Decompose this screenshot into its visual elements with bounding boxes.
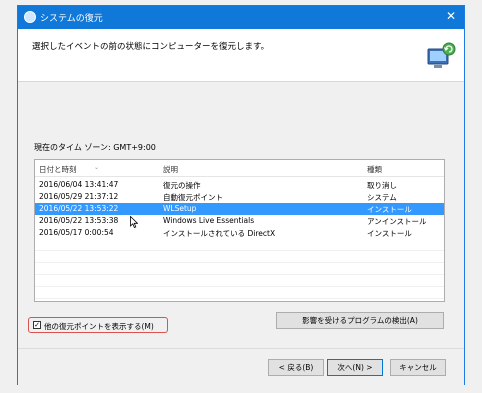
row-type: インストール xyxy=(367,205,412,214)
system-restore-icon xyxy=(24,11,36,23)
back-button[interactable]: < 戻る(B) xyxy=(268,359,324,376)
header-panel: 選択したイベントの前の状態にコンピューターを復元します。 xyxy=(18,29,464,82)
row-description: 復元の操作 xyxy=(163,181,201,190)
empty-row-line xyxy=(35,262,444,263)
mouse-cursor-icon xyxy=(130,216,138,228)
row-type: アンインストール xyxy=(367,217,427,226)
table-row[interactable]: 2016/05/17 0:00:54 インストールされている DirectX インス… xyxy=(35,227,444,239)
restore-points-list[interactable]: 日付と時刻 ⌄ 説明 種類 2016/06/04 13:41:47 復元の操作 取り… xyxy=(34,159,445,302)
column-header: 日付と時刻 ⌄ 説明 種類 xyxy=(35,160,444,177)
checkbox-label: 他の復元ポイントを表示する(M) xyxy=(44,322,154,331)
row-date: 2016/06/04 13:41:47 xyxy=(39,180,119,189)
row-date: 2016/05/22 13:53:22 xyxy=(39,204,119,213)
row-date: 2016/05/29 21:37:12 xyxy=(39,192,119,201)
system-restore-window: システムの復元 ✕ 選択したイベントの前の状態にコンピューターを復元します。 現… xyxy=(17,5,465,386)
sort-arrow-icon: ⌄ xyxy=(94,164,100,171)
row-date: 2016/05/22 13:53:38 xyxy=(39,216,119,225)
row-description: インストールされている DirectX xyxy=(163,229,276,238)
row-description: Windows Live Essentials xyxy=(163,216,255,225)
row-type: システム xyxy=(367,193,397,202)
scan-affected-programs-button[interactable]: 影響を受けるプログラムの検出(A) xyxy=(276,312,444,329)
close-icon[interactable]: ✕ xyxy=(446,9,456,23)
column-date[interactable]: 日付と時刻 xyxy=(39,164,77,175)
table-row[interactable]: 2016/05/22 13:53:22 WLSetup インストール xyxy=(35,203,444,215)
footer-panel: < 戻る(B) 次へ(N) > キャンセル xyxy=(18,349,464,386)
title-bar[interactable]: システムの復元 ✕ xyxy=(18,6,464,29)
restore-computer-icon xyxy=(427,42,456,68)
next-button[interactable]: 次へ(N) > xyxy=(327,359,383,376)
empty-row-line xyxy=(35,250,444,251)
timezone-label: 現在のタイム ゾーン: GMT+9:00 xyxy=(34,143,156,152)
empty-row-line xyxy=(35,286,444,287)
row-type: 取り消し xyxy=(367,181,397,190)
table-row[interactable]: 2016/05/22 13:53:38 Windows Live Essentia… xyxy=(35,215,444,227)
empty-row-line xyxy=(35,274,444,275)
empty-row-line xyxy=(35,298,444,299)
column-description[interactable]: 説明 xyxy=(163,164,178,175)
row-description: WLSetup xyxy=(163,204,197,213)
table-row[interactable]: 2016/06/04 13:41:47 復元の操作 取り消し xyxy=(35,179,444,191)
show-more-restore-points-checkbox[interactable]: ✓ 他の復元ポイントを表示する(M) xyxy=(28,317,168,333)
table-row[interactable]: 2016/05/29 21:37:12 自動復元ポイント システム xyxy=(35,191,444,203)
checkbox-box[interactable]: ✓ xyxy=(33,321,41,329)
header-description: 選択したイベントの前の状態にコンピューターを復元します。 xyxy=(32,42,270,52)
row-date: 2016/05/17 0:00:54 xyxy=(39,228,114,237)
cancel-button[interactable]: キャンセル xyxy=(390,359,446,376)
row-type: インストール xyxy=(367,229,412,238)
window-title: システムの復元 xyxy=(40,14,103,24)
column-type[interactable]: 種類 xyxy=(367,164,382,175)
row-description: 自動復元ポイント xyxy=(163,193,223,202)
